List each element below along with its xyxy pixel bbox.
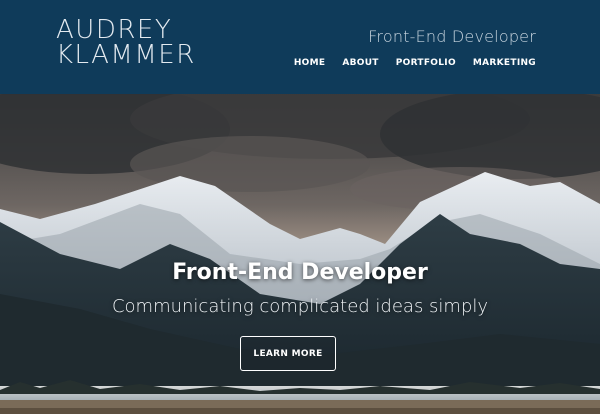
- nav-marketing[interactable]: MARKETING: [473, 58, 536, 68]
- brand-last-name: KLAMMER: [56, 40, 196, 70]
- hero-subtitle: Communicating complicated ideas simply: [111, 296, 489, 317]
- nav-about[interactable]: ABOUT: [342, 58, 378, 68]
- hero-content: Front-End Developer Communicating compli…: [0, 94, 600, 414]
- nav-portfolio[interactable]: PORTFOLIO: [396, 58, 456, 68]
- hero-title: Front-End Developer: [172, 260, 428, 285]
- nav-home[interactable]: HOME: [294, 58, 326, 68]
- learn-more-button[interactable]: LEARN MORE: [240, 336, 336, 371]
- site-logo[interactable]: AUDREY KLAMMER: [56, 17, 196, 70]
- site-header: AUDREY KLAMMER Front-End Developer HOME …: [0, 0, 600, 94]
- hero-section: Front-End Developer Communicating compli…: [0, 94, 600, 414]
- header-tagline: Front-End Developer: [368, 27, 536, 46]
- main-nav: HOME ABOUT PORTFOLIO MARKETING: [294, 58, 536, 68]
